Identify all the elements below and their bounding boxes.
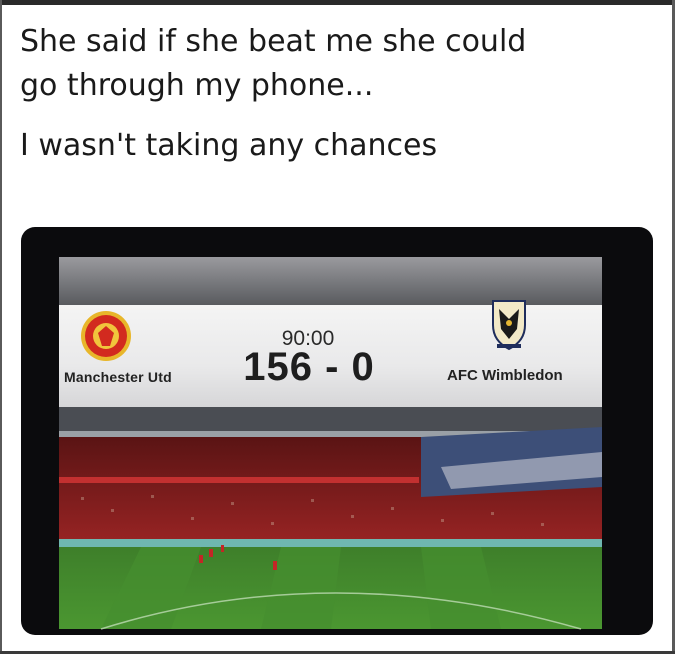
away-team-name: AFC Wimbledon — [447, 367, 563, 384]
caption-line-1: She said if she beat me she could — [20, 24, 527, 59]
match-score: 156 - 0 — [243, 345, 375, 389]
caption-line-2: go through my phone... — [20, 68, 374, 103]
frame-top-border — [0, 0, 675, 5]
pitch-stripes — [101, 547, 501, 629]
home-team-name: Manchester Utd — [64, 369, 172, 385]
advertising-board-upper — [59, 477, 419, 483]
afc-wimbledon-crest-icon — [489, 295, 529, 351]
tv-screen-photo: 90:00 156 - 0 Manchester Utd AFC Wimbled… — [21, 227, 653, 635]
advertising-board-lower — [59, 539, 602, 547]
scoreboard-banner: 90:00 156 - 0 Manchester Utd AFC Wimbled… — [59, 300, 602, 407]
stadium-scene — [59, 257, 602, 630]
meme-caption: She said if she beat me she could go thr… — [20, 20, 660, 168]
manchester-united-crest-icon — [79, 309, 133, 363]
frame-left-border — [0, 0, 2, 654]
caption-line-3: I wasn't taking any chances — [20, 128, 438, 163]
